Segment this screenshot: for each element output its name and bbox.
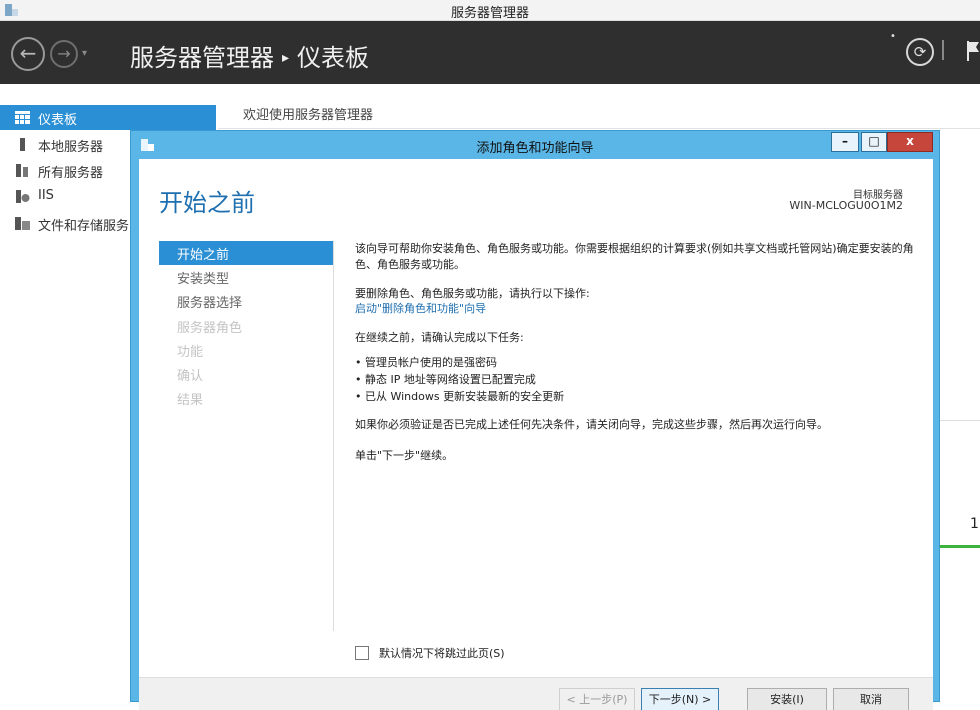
step-features: 功能: [159, 338, 333, 362]
steps-divider: [333, 241, 334, 631]
step-before-you-begin[interactable]: 开始之前: [159, 241, 333, 265]
breadcrumb-current: 仪表板: [297, 44, 370, 72]
add-roles-wizard-dialog: 添加角色和功能向导 – □ x 开始之前 目标服务器 WIN-MCLOGU0O1…: [130, 130, 940, 710]
skip-page-checkbox[interactable]: [355, 646, 369, 660]
dialog-titlebar[interactable]: 添加角色和功能向导 – □ x: [131, 131, 939, 159]
minimize-button[interactable]: –: [831, 132, 859, 152]
step-results: 结果: [159, 386, 333, 410]
step-label: 安装类型: [177, 272, 230, 287]
step-label: 服务器角色: [177, 321, 243, 336]
back-arrow-icon[interactable]: ←: [11, 37, 45, 71]
server-icon: [20, 138, 25, 151]
previous-button: < 上一步(P): [559, 688, 635, 710]
welcome-divider: [218, 128, 980, 129]
storage-icon: [15, 217, 30, 230]
iis-icon: [16, 190, 30, 203]
sidebar-item-label: IIS: [38, 188, 54, 203]
dialog-title: 添加角色和功能向导: [476, 141, 594, 156]
step-label: 功能: [177, 345, 204, 360]
list-item: • 已从 Windows 更新安装最新的安全更新: [355, 390, 565, 403]
target-server-value: WIN-MCLOGU0O1M2: [789, 199, 903, 212]
step-label: 服务器选择: [177, 296, 243, 311]
background-tile-status-bar: [940, 545, 980, 548]
list-item: • 静态 IP 地址等网络设置已配置完成: [355, 373, 536, 386]
dialog-footer: < 上一步(P) 下一步(N) > 安装(I) 取消: [139, 677, 933, 710]
maximize-button[interactable]: □: [861, 132, 887, 152]
step-server-selection[interactable]: 服务器选择: [159, 289, 333, 313]
step-label: 开始之前: [177, 248, 230, 263]
page-title: 开始之前: [159, 189, 255, 217]
notifications-flag-icon[interactable]: [966, 40, 980, 62]
continue-note-text: 单击"下一步"继续。: [355, 449, 454, 462]
verify-note-text: 如果你必须验证是否已完成上述任何先决条件，请关闭向导，完成这些步骤，然后再次运行…: [355, 418, 828, 431]
breadcrumb-separator-icon: ▸: [282, 50, 290, 66]
step-server-roles: 服务器角色: [159, 314, 333, 338]
step-label: 结果: [177, 393, 204, 408]
sidebar-item-label: 仪表板: [38, 113, 78, 128]
next-button[interactable]: 下一步(N) >: [641, 688, 719, 710]
forward-arrow-icon[interactable]: →: [50, 40, 78, 68]
sidebar-item-label: 文件和存储服务: [38, 219, 130, 234]
breadcrumb: 服务器管理器 ▸ 仪表板: [130, 38, 369, 73]
step-installation-type[interactable]: 安装类型: [159, 265, 333, 289]
remove-wizard-link[interactable]: 启动"删除角色和功能"向导: [355, 301, 915, 317]
sidebar-item-label: 本地服务器: [38, 140, 104, 155]
before-continue-text: 在继续之前，请确认完成以下任务:: [355, 331, 524, 344]
header-bar: ← → ▾ 服务器管理器 ▸ 仪表板: [0, 21, 980, 84]
skip-page-label[interactable]: 默认情况下将跳过此页(S): [379, 645, 505, 661]
window-title: 服务器管理器: [450, 6, 529, 21]
cancel-button[interactable]: 取消: [833, 688, 909, 710]
dashboard-icon: [15, 111, 30, 124]
remove-intro-text: 要删除角色、角色服务或功能，请执行以下操作:: [355, 287, 590, 300]
install-button[interactable]: 安装(I): [747, 688, 827, 710]
servers-icon: [16, 164, 28, 177]
welcome-title: 欢迎使用服务器管理器: [243, 108, 374, 123]
refresh-icon[interactable]: ⟳: [906, 38, 934, 66]
breadcrumb-root[interactable]: 服务器管理器: [130, 44, 274, 72]
sidebar-item-dashboard[interactable]: 仪表板: [0, 105, 216, 130]
sidebar-item-label: 所有服务器: [38, 166, 104, 181]
header-divider: [942, 40, 944, 60]
step-label: 确认: [177, 369, 204, 384]
window-titlebar: 服务器管理器: [0, 0, 980, 21]
refresh-dropdown-icon[interactable]: •: [890, 31, 896, 42]
dialog-body: 开始之前 目标服务器 WIN-MCLOGU0O1M2 开始之前 安装类型 服务器…: [139, 159, 933, 710]
history-dropdown-icon[interactable]: ▾: [82, 48, 87, 59]
list-item: • 管理员帐户使用的是强密码: [355, 356, 497, 369]
background-tile-count: 1: [970, 516, 979, 532]
close-button[interactable]: x: [887, 132, 933, 152]
intro-text: 该向导可帮助你安装角色、角色服务或功能。你需要根据组织的计算要求(例如共享文档或…: [355, 242, 914, 271]
step-confirmation: 确认: [159, 362, 333, 386]
